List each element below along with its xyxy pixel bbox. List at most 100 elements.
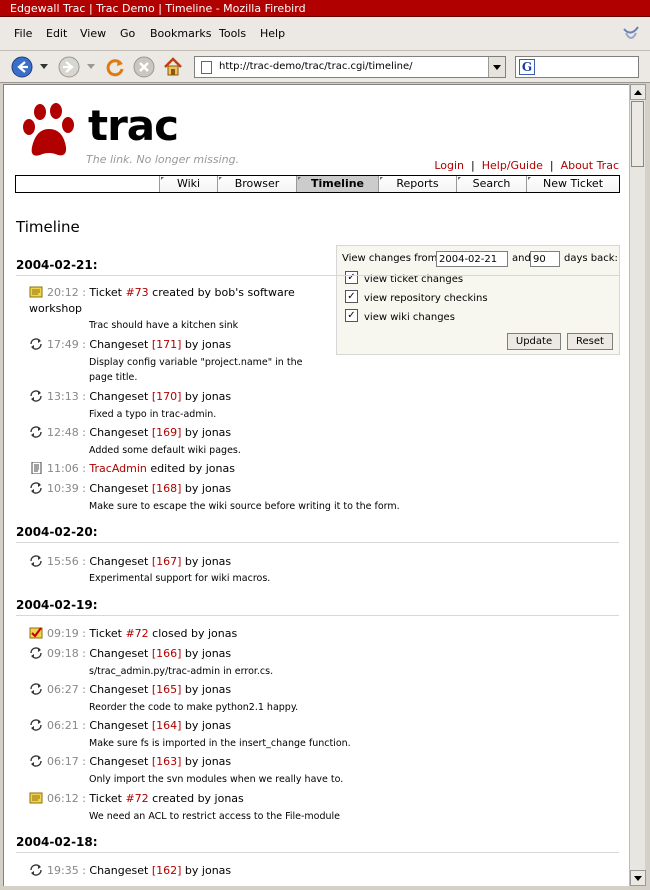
event-kind: Changeset [89, 719, 152, 732]
event-link[interactable]: TracAdmin [89, 462, 146, 475]
tab-new-ticket[interactable]: New Ticket [526, 176, 619, 192]
event-summary: by jonas [181, 482, 232, 495]
reload-icon[interactable] [104, 56, 126, 78]
event-description: Experimental support for wiki macros. [89, 573, 271, 584]
timeline-event: 10:39 : Changeset [168] by jonas [29, 481, 231, 496]
scroll-up-icon[interactable] [630, 84, 646, 100]
navigation-toolbar: http://trac-demo/trac/trac.cgi/timeline/… [0, 51, 650, 83]
tab-search[interactable]: Search [456, 176, 526, 192]
event-link[interactable]: [167] [152, 555, 182, 568]
event-link[interactable]: [164] [152, 719, 182, 732]
event-link[interactable]: [169] [152, 426, 182, 439]
back-icon[interactable] [11, 56, 33, 78]
event-link[interactable]: #73 [125, 286, 148, 299]
scroll-down-icon[interactable] [630, 870, 646, 886]
event-summary: edited by jonas [146, 462, 235, 475]
event-link[interactable]: [168] [152, 482, 182, 495]
event-time: 19:35 [47, 864, 79, 877]
event-summary: closed by jonas [148, 627, 238, 640]
event-link[interactable]: [165] [152, 683, 182, 696]
address-text: http://trac-demo/trac/trac.cgi/timeline/ [219, 61, 413, 72]
menu-help[interactable]: Help [260, 27, 285, 40]
tab-browser[interactable]: Browser [217, 176, 296, 192]
timeline-date: 2004-02-19: [16, 598, 98, 612]
tab-reports[interactable]: Reports [378, 176, 456, 192]
event-kind: Changeset [89, 755, 152, 768]
menu-file[interactable]: File [14, 27, 32, 40]
event-summary: by jonas [181, 426, 232, 439]
repository-checkins-checkbox[interactable]: ✓ [345, 290, 358, 303]
days-back-input[interactable] [530, 251, 560, 267]
timeline-event: 06:21 : Changeset [164] by jonas [29, 718, 231, 733]
event-time: 11:06 [47, 462, 79, 475]
home-icon[interactable] [162, 56, 184, 78]
tab-timeline[interactable]: Timeline [296, 176, 378, 192]
event-kind: Changeset [89, 426, 152, 439]
menu-view[interactable]: View [80, 27, 106, 40]
forward-dropdown-icon[interactable] [87, 64, 95, 69]
page-icon [201, 61, 212, 74]
event-time: 06:17 [47, 755, 79, 768]
event-description: Display config variable "project.name" i… [89, 357, 303, 368]
changeset-icon [29, 683, 43, 695]
from-date-input[interactable] [436, 251, 508, 267]
event-kind: Changeset [89, 864, 152, 877]
event-time: 15:56 [47, 555, 79, 568]
event-link[interactable]: [171] [152, 338, 182, 351]
event-summary: by jonas [181, 555, 232, 568]
timeline-event: 06:27 : Changeset [165] by jonas [29, 682, 231, 697]
search-engine-icon[interactable]: G [519, 59, 535, 75]
search-field[interactable]: G [515, 56, 639, 78]
event-description-continued: page title. [89, 372, 138, 383]
event-link[interactable]: #72 [125, 627, 148, 640]
about-trac-link[interactable]: About Trac [561, 159, 619, 172]
tab-wiki[interactable]: Wiki [159, 176, 217, 192]
event-kind: Changeset [89, 647, 152, 660]
menu-edit[interactable]: Edit [46, 27, 67, 40]
vertical-scrollbar[interactable] [629, 84, 646, 886]
timeline-event: 11:06 : TracAdmin edited by jonas [29, 461, 235, 476]
scroll-thumb[interactable] [631, 101, 644, 167]
and-label: and [512, 253, 531, 264]
timeline-event: 06:12 : Ticket #72 created by jonas [29, 791, 244, 806]
event-link[interactable]: [162] [152, 864, 182, 877]
address-dropdown-icon[interactable] [488, 57, 505, 77]
window-title: Edgewall Trac | Trac Demo | Timeline - M… [0, 0, 650, 17]
menu-bookmarks[interactable]: Bookmarks [150, 27, 211, 40]
menu-tools[interactable]: Tools [219, 27, 246, 40]
login-link[interactable]: Login [434, 159, 464, 172]
timeline-date: 2004-02-18: [16, 835, 98, 849]
event-kind: Changeset [89, 338, 152, 351]
timeline-preferences: View changes from and days back: ✓ view … [336, 245, 620, 355]
event-description: Reorder the code to make python2.1 happy… [89, 702, 299, 713]
event-time: 06:21 [47, 719, 79, 732]
back-dropdown-icon[interactable] [40, 64, 48, 69]
stop-icon[interactable] [133, 56, 155, 78]
update-button[interactable]: Update [507, 333, 561, 350]
event-kind: Changeset [89, 482, 152, 495]
forward-icon[interactable] [58, 56, 80, 78]
changeset-icon [29, 864, 43, 876]
paw-icon [23, 103, 74, 156]
changeset-icon [29, 426, 43, 438]
event-summary: by jonas [181, 338, 232, 351]
event-link[interactable]: [163] [152, 755, 182, 768]
tagline: The link. No longer missing. [86, 153, 240, 166]
menubar: File Edit View Go Bookmarks Tools Help [0, 17, 650, 51]
ticket-icon [29, 792, 43, 804]
event-time: 13:13 [47, 390, 79, 403]
changeset-icon [29, 719, 43, 731]
event-link[interactable]: #72 [125, 792, 148, 805]
reset-button[interactable]: Reset [567, 333, 613, 350]
event-summary-continued: workshop [29, 302, 83, 315]
menu-go[interactable]: Go [120, 27, 135, 40]
event-link[interactable]: [166] [152, 647, 182, 660]
help-guide-link[interactable]: Help/Guide [482, 159, 543, 172]
event-link[interactable]: [170] [152, 390, 182, 403]
address-field[interactable]: http://trac-demo/trac/trac.cgi/timeline/ [194, 56, 506, 78]
trac-logo[interactable]: trac The link. No longer missing. [18, 101, 248, 166]
changeset-icon [29, 555, 43, 567]
ticket-changes-checkbox[interactable]: ✓ [345, 271, 358, 284]
event-kind: Ticket [89, 792, 126, 805]
changeset-icon [29, 390, 43, 402]
